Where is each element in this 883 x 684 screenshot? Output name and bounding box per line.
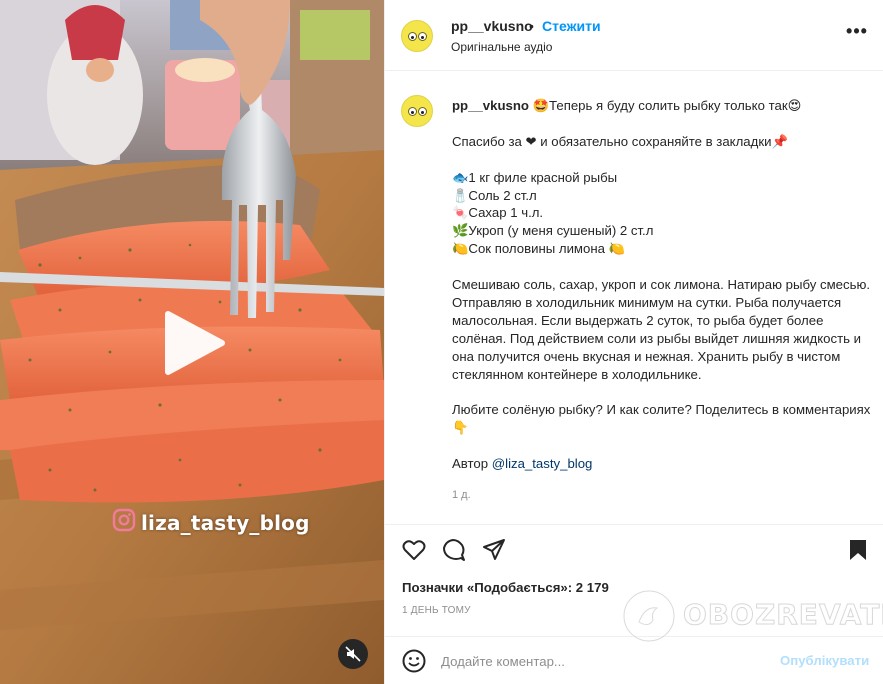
separator-dot: • bbox=[529, 18, 534, 34]
like-heart-icon[interactable] bbox=[401, 537, 427, 563]
caption-line: 🌿Укроп (у меня сушеный) 2 ст.л bbox=[452, 223, 654, 239]
caption-line: 🍋Сок половины лимона 🍋 bbox=[452, 241, 626, 257]
obozrevatel-watermark: OBOZREVATEL bbox=[621, 588, 883, 644]
post-header: pp__vkusno • Стежити Оригінальне аудіо •… bbox=[385, 0, 883, 71]
likes-count[interactable]: Позначки «Подобається»: 2 179 bbox=[402, 580, 609, 595]
share-paper-plane-icon[interactable] bbox=[481, 537, 507, 563]
username-link[interactable]: pp__vkusno bbox=[451, 18, 533, 34]
post-date[interactable]: 1 ДЕНЬ ТОМУ bbox=[402, 605, 471, 616]
caption-username[interactable]: pp__vkusno bbox=[452, 98, 529, 113]
caption-line: Любите солёную рыбку? И как солите? Поде… bbox=[452, 402, 871, 436]
speaker-muted-icon bbox=[345, 646, 361, 662]
mute-button[interactable] bbox=[338, 639, 368, 669]
follow-button[interactable]: Стежити bbox=[542, 18, 601, 34]
caption-line: 🧂Соль 2 ст.л bbox=[452, 187, 537, 203]
play-icon[interactable] bbox=[158, 308, 228, 378]
bookmark-icon[interactable] bbox=[845, 537, 871, 563]
comment-input[interactable] bbox=[441, 646, 771, 676]
caption-age[interactable]: 1 д. bbox=[452, 489, 471, 501]
post-side-panel: pp__vkusno • Стежити Оригінальне аудіо •… bbox=[384, 0, 883, 684]
caption-line: Спасибо за ❤ и обязательно сохраняйте в … bbox=[452, 133, 788, 149]
obozrevatel-logo-icon bbox=[622, 589, 676, 643]
author-link[interactable]: @liza_tasty_blog bbox=[492, 456, 593, 471]
caption-line: 🐟1 кг филе красной рыбы bbox=[452, 169, 618, 185]
instagram-logo-icon bbox=[112, 508, 136, 532]
more-dots-icon[interactable]: ••• bbox=[845, 22, 869, 49]
post-media[interactable]: liza_tasty_blog bbox=[0, 0, 384, 684]
author-prefix: Автор bbox=[452, 456, 492, 472]
caption-avatar[interactable] bbox=[401, 95, 433, 127]
avatar[interactable] bbox=[401, 20, 433, 52]
caption-line: Смешиваю соль, сахар, укроп и сок лимона… bbox=[452, 277, 874, 382]
publish-button[interactable]: Опублікувати bbox=[780, 653, 869, 668]
caption-text: pp__vkusno 🤩Теперь я буду солить рыбку т… bbox=[452, 97, 872, 473]
caption-line: 🤩Теперь я буду солить рыбку только так😍 bbox=[532, 98, 802, 113]
emoji-smiley-icon[interactable] bbox=[401, 648, 427, 674]
comment-bubble-icon[interactable] bbox=[441, 537, 467, 563]
obozrevatel-brand-text: OBOZREVATEL bbox=[682, 598, 883, 632]
caption-line: 🍬Сахар 1 ч.л. bbox=[452, 205, 544, 221]
video-watermark-text: liza_tasty_blog bbox=[141, 511, 310, 535]
post-caption-area: pp__vkusno 🤩Теперь я буду солить рыбку т… bbox=[385, 72, 883, 524]
audio-label[interactable]: Оригінальне аудіо bbox=[451, 40, 552, 54]
